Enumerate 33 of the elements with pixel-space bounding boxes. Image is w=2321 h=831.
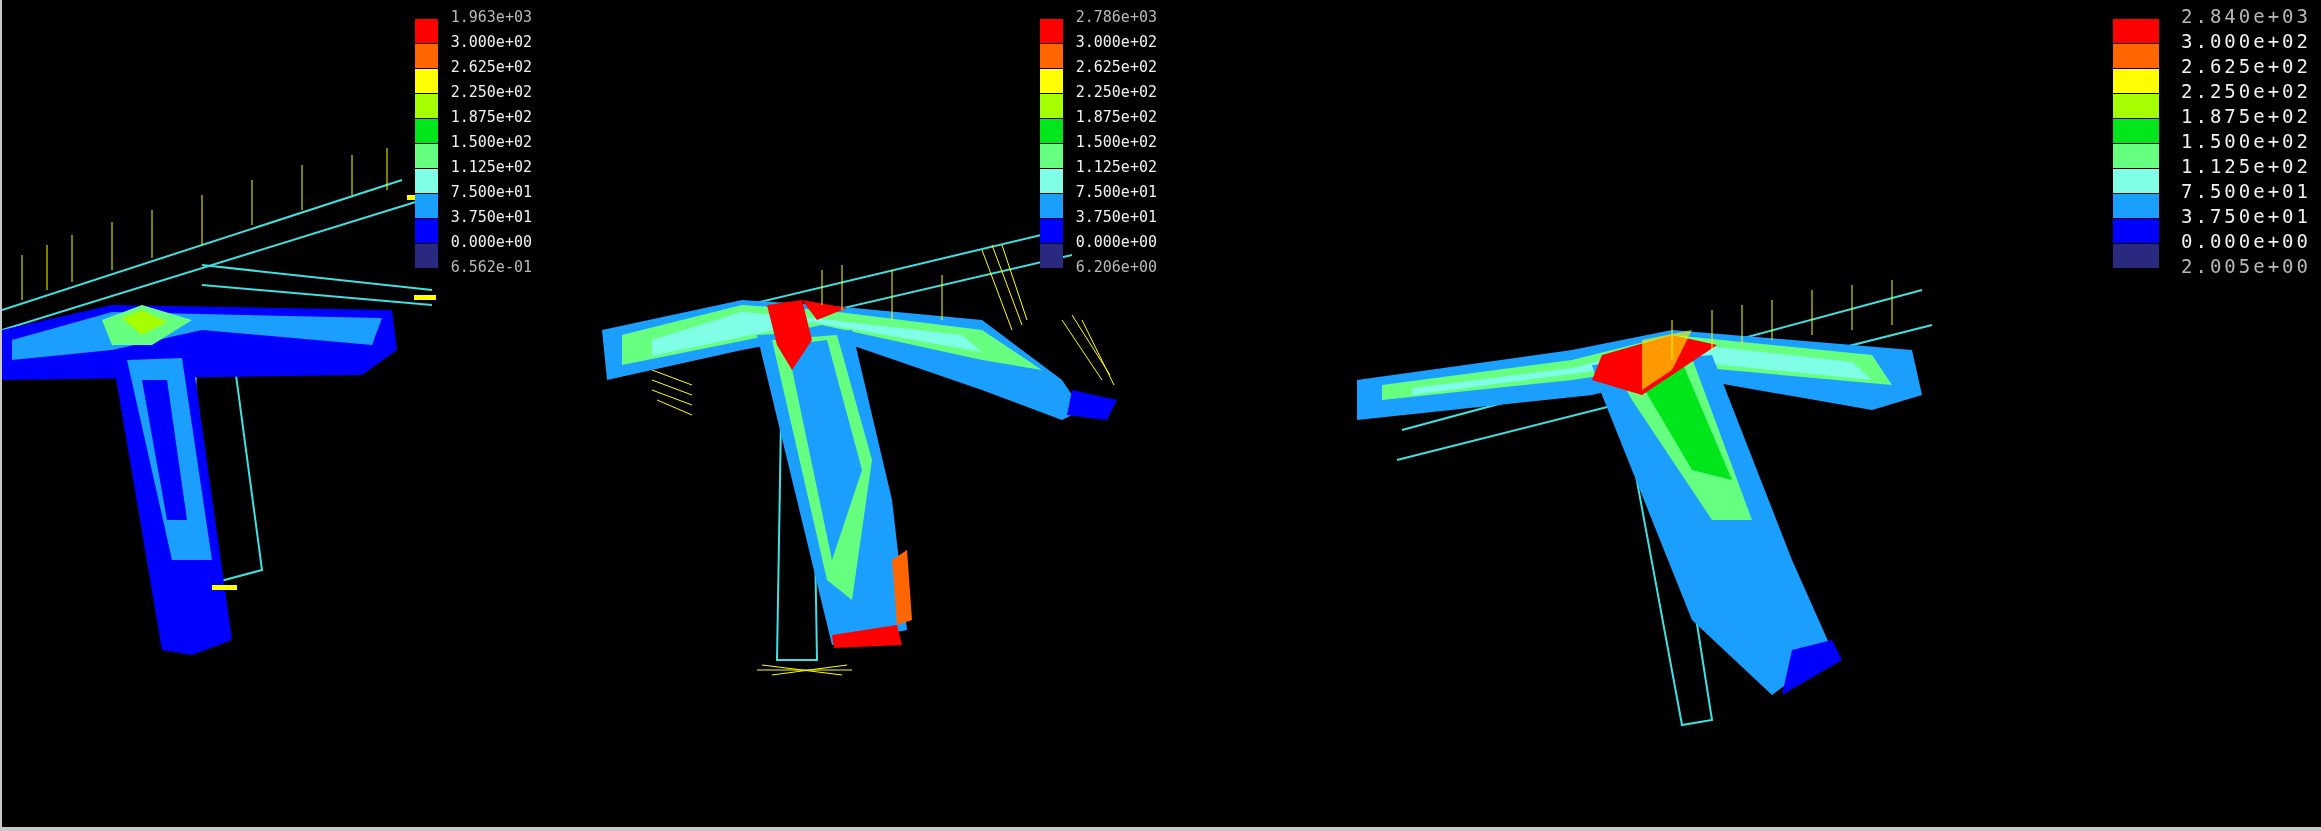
legend-label: 2.250e+02: [2181, 79, 2311, 104]
legend-label: 7.500e+01: [1075, 182, 1157, 203]
legend-label: 2.250e+02: [450, 82, 532, 103]
legend-label: 1.125e+02: [2181, 154, 2311, 179]
legend-label: 1.125e+02: [450, 157, 532, 178]
legend-label: 6.206e+00: [1075, 257, 1157, 278]
legend-label: 0.000e+00: [1075, 232, 1157, 253]
legend-label: 2.625e+02: [2181, 54, 2311, 79]
legend-label: 2.840e+03: [2181, 4, 2311, 29]
legend-label: 7.500e+01: [450, 182, 532, 203]
legend-label: 3.000e+02: [2181, 29, 2311, 54]
legend-label: 2.250e+02: [1075, 82, 1157, 103]
legend-label: 1.125e+02: [1075, 157, 1157, 178]
legend-label: 3.750e+01: [2181, 204, 2311, 229]
legend-label: 1.875e+02: [450, 107, 532, 128]
legend-label: 2.625e+02: [450, 57, 532, 78]
legend-label: 0.000e+00: [2181, 229, 2311, 254]
legend-label: 1.500e+02: [450, 132, 532, 153]
legend-label: 1.963e+03: [450, 7, 532, 28]
legend-label: 2.625e+02: [1075, 57, 1157, 78]
legend-label: 3.000e+02: [1075, 32, 1157, 53]
legend-label: 6.562e-01: [450, 257, 532, 278]
legend-label: 0.000e+00: [450, 232, 532, 253]
legend-label: 1.875e+02: [1075, 107, 1157, 128]
legend-label: 1.500e+02: [2181, 129, 2311, 154]
legend-label: 2.005e+00: [2181, 254, 2311, 279]
legend-label: 3.750e+01: [1075, 207, 1157, 228]
legend-label: 3.000e+02: [450, 32, 532, 53]
legend-label: 1.500e+02: [1075, 132, 1157, 153]
legend-label: 2.786e+03: [1075, 7, 1157, 28]
legend-label: 1.875e+02: [2181, 104, 2311, 129]
legend-label: 3.750e+01: [450, 207, 532, 228]
legend-label: 7.500e+01: [2181, 179, 2311, 204]
